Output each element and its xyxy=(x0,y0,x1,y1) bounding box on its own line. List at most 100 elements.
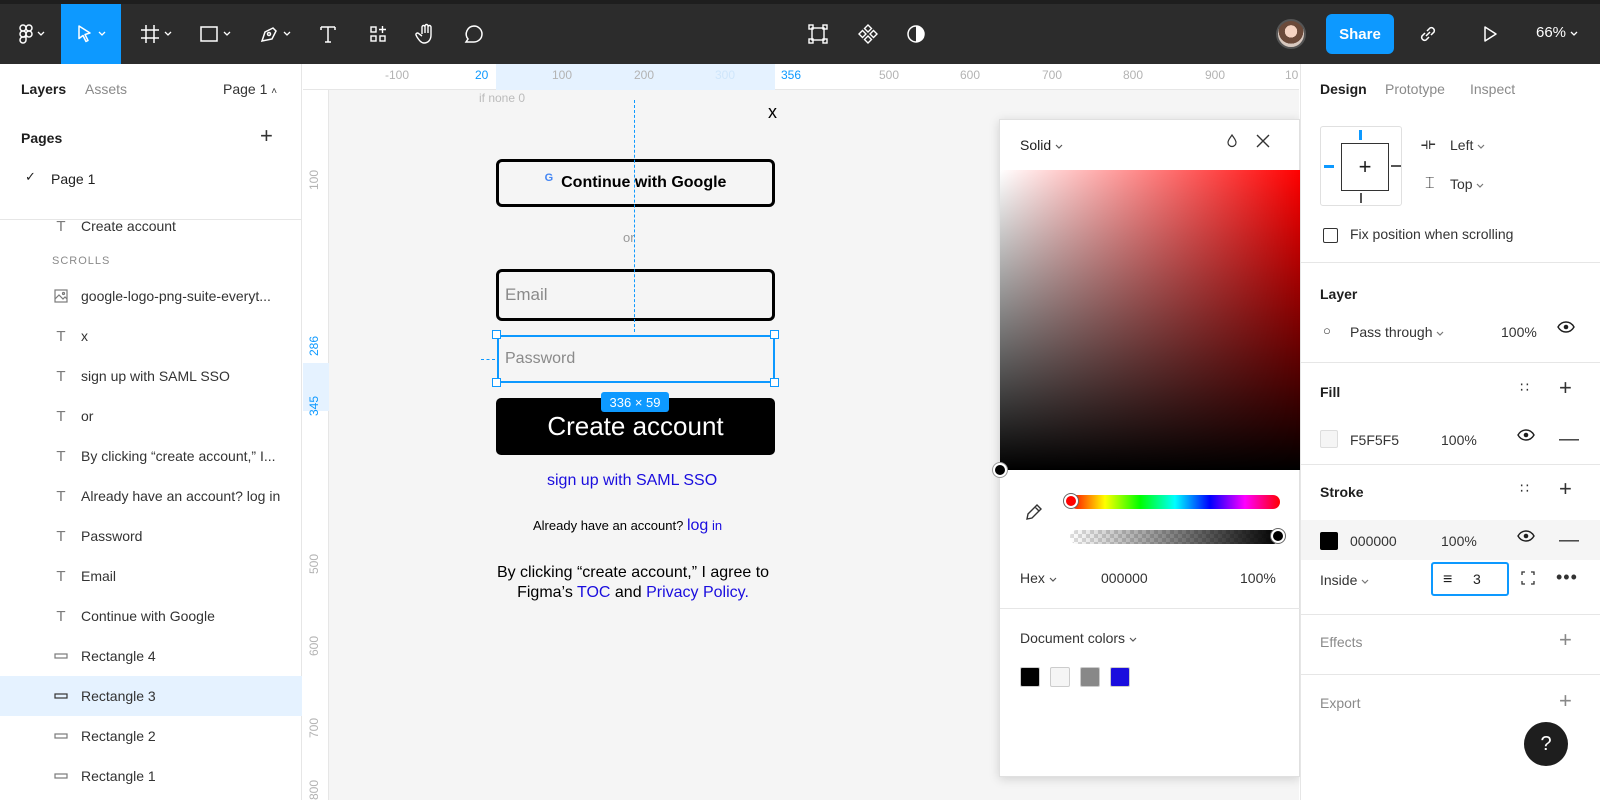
text-tool-button[interactable] xyxy=(310,4,346,64)
hex-input[interactable]: 000000 xyxy=(1101,570,1148,586)
stroke-weight-input[interactable]: ≡ 3 xyxy=(1431,562,1509,596)
eyedropper-button[interactable] xyxy=(1025,503,1043,524)
fill-color-swatch[interactable] xyxy=(1320,430,1338,448)
fill-type-dropdown[interactable]: Solid xyxy=(1020,137,1063,153)
resize-handle-bottom-right[interactable] xyxy=(770,378,779,387)
resources-tool-button[interactable] xyxy=(360,4,396,64)
layer-item[interactable]: google-logo-png-suite-everyt... xyxy=(0,276,302,316)
fill-hex-input[interactable]: F5F5F5 xyxy=(1350,432,1399,448)
password-field-selected[interactable]: Password xyxy=(497,335,775,383)
more-options-icon[interactable]: ••• xyxy=(1556,567,1578,588)
fill-opacity-input[interactable]: 100% xyxy=(1441,432,1477,448)
page-item-page-1[interactable]: ✓ Page 1 xyxy=(0,164,302,198)
resize-handle-top-right[interactable] xyxy=(770,330,779,339)
tab-design[interactable]: Design xyxy=(1320,81,1367,97)
stroke-opacity-input[interactable]: 100% xyxy=(1441,533,1477,549)
layer-item[interactable]: T Email xyxy=(0,556,302,596)
layer-item[interactable]: T By clicking “create account,” I... xyxy=(0,436,302,476)
stroke-eye-icon[interactable] xyxy=(1517,529,1535,547)
fix-position-checkbox[interactable] xyxy=(1323,228,1338,243)
opacity-slider-handle[interactable] xyxy=(1271,529,1285,543)
layer-item[interactable]: T Password xyxy=(0,516,302,556)
privacy-policy-link[interactable]: Privacy Policy. xyxy=(646,584,749,601)
help-button[interactable]: ? xyxy=(1524,722,1568,766)
page-select-dropdown[interactable]: Page 1 ˄ xyxy=(223,81,277,97)
opacity-slider[interactable] xyxy=(1070,530,1280,544)
individual-strokes-icon[interactable] xyxy=(1520,570,1536,591)
login-link-in[interactable]: in xyxy=(712,518,722,533)
comment-tool-button[interactable] xyxy=(456,4,492,64)
layer-item[interactable]: Tor xyxy=(0,396,302,436)
layer-item[interactable]: T Create account xyxy=(0,206,302,246)
tab-assets[interactable]: Assets xyxy=(85,81,127,97)
login-link-log[interactable]: log xyxy=(687,517,708,534)
layer-item-selected[interactable]: Rectangle 3 xyxy=(0,676,302,716)
share-button[interactable]: Share xyxy=(1326,14,1394,54)
user-avatar[interactable] xyxy=(1276,19,1306,49)
blend-mode-dropdown[interactable]: Pass through xyxy=(1350,324,1444,340)
resize-handle-top-left[interactable] xyxy=(492,330,501,339)
create-component-button[interactable] xyxy=(850,4,886,64)
close-icon[interactable] xyxy=(1256,134,1270,148)
color-selector-handle[interactable] xyxy=(993,463,1007,477)
style-grid-icon[interactable]: ∷ xyxy=(1520,379,1529,396)
layer-item[interactable]: Tsign up with SAML SSO xyxy=(0,356,302,396)
document-color-swatch[interactable] xyxy=(1080,667,1100,687)
resize-handle-bottom-left[interactable] xyxy=(492,378,501,387)
saturation-brightness-field[interactable] xyxy=(1000,170,1300,470)
email-field[interactable]: Email xyxy=(496,269,775,321)
layer-item[interactable]: T Continue with Google xyxy=(0,596,302,636)
hue-slider-handle[interactable] xyxy=(1064,494,1078,508)
vertical-constraint-dropdown[interactable]: Top xyxy=(1450,176,1484,192)
layer-opacity-input[interactable]: 100% xyxy=(1501,324,1537,340)
transform-button[interactable] xyxy=(800,4,836,64)
continue-with-google-button[interactable]: G Continue with Google xyxy=(496,159,775,207)
document-color-swatch[interactable] xyxy=(1050,667,1070,687)
document-colors-dropdown[interactable]: Document colors xyxy=(1020,630,1137,646)
stroke-hex-input[interactable]: 000000 xyxy=(1350,533,1397,549)
close-x-text[interactable]: x xyxy=(768,102,777,123)
add-fill-button[interactable]: + xyxy=(1559,375,1572,401)
constraints-widget[interactable]: + xyxy=(1320,126,1402,206)
document-color-swatch[interactable] xyxy=(1110,667,1130,687)
add-stroke-button[interactable]: + xyxy=(1559,476,1572,502)
alpha-input[interactable]: 100% xyxy=(1240,570,1276,586)
shape-tool-button[interactable] xyxy=(190,4,240,64)
blend-drop-icon[interactable] xyxy=(1226,134,1238,148)
copy-link-button[interactable] xyxy=(1410,4,1446,64)
remove-fill-button[interactable]: — xyxy=(1559,428,1579,451)
stroke-color-swatch[interactable] xyxy=(1320,532,1338,550)
constraint-center[interactable]: + xyxy=(1341,143,1389,191)
horizontal-constraint-dropdown[interactable]: Left xyxy=(1450,137,1485,153)
toc-link[interactable]: TOC xyxy=(577,584,610,601)
layer-item[interactable]: Rectangle 4 xyxy=(0,636,302,676)
constraint-bottom-bar[interactable] xyxy=(1360,193,1362,203)
add-export-button[interactable]: + xyxy=(1559,688,1572,714)
hand-tool-button[interactable] xyxy=(408,4,444,64)
main-menu-button[interactable] xyxy=(10,4,54,64)
constraint-left-bar[interactable] xyxy=(1324,165,1334,168)
present-button[interactable] xyxy=(1472,4,1508,64)
saml-sso-link[interactable]: sign up with SAML SSO xyxy=(547,472,717,490)
eye-visibility-icon[interactable] xyxy=(1557,320,1575,338)
constraint-right-bar[interactable] xyxy=(1391,165,1401,167)
layer-item[interactable]: Rectangle 1 xyxy=(0,756,302,796)
add-page-button[interactable]: + xyxy=(260,125,273,147)
pen-tool-button[interactable] xyxy=(250,4,300,64)
move-tool-button[interactable] xyxy=(61,4,121,64)
tab-prototype[interactable]: Prototype xyxy=(1385,81,1445,97)
constraint-top-bar[interactable] xyxy=(1359,130,1362,140)
mask-button[interactable] xyxy=(898,4,934,64)
remove-stroke-button[interactable]: — xyxy=(1559,529,1579,552)
document-color-swatch[interactable] xyxy=(1020,667,1040,687)
layer-item[interactable]: Rectangle 2 xyxy=(0,716,302,756)
style-grid-icon[interactable]: ∷ xyxy=(1520,480,1529,497)
fill-eye-icon[interactable] xyxy=(1517,428,1535,446)
stroke-align-dropdown[interactable]: Inside xyxy=(1320,572,1369,588)
hue-slider[interactable] xyxy=(1070,495,1280,509)
zoom-dropdown[interactable]: 66% xyxy=(1536,24,1578,41)
layer-item[interactable]: Tx xyxy=(0,316,302,356)
layer-item[interactable]: T Already have an account? log in xyxy=(0,476,302,516)
tab-layers[interactable]: Layers xyxy=(21,81,66,97)
color-mode-dropdown[interactable]: Hex xyxy=(1020,570,1057,586)
